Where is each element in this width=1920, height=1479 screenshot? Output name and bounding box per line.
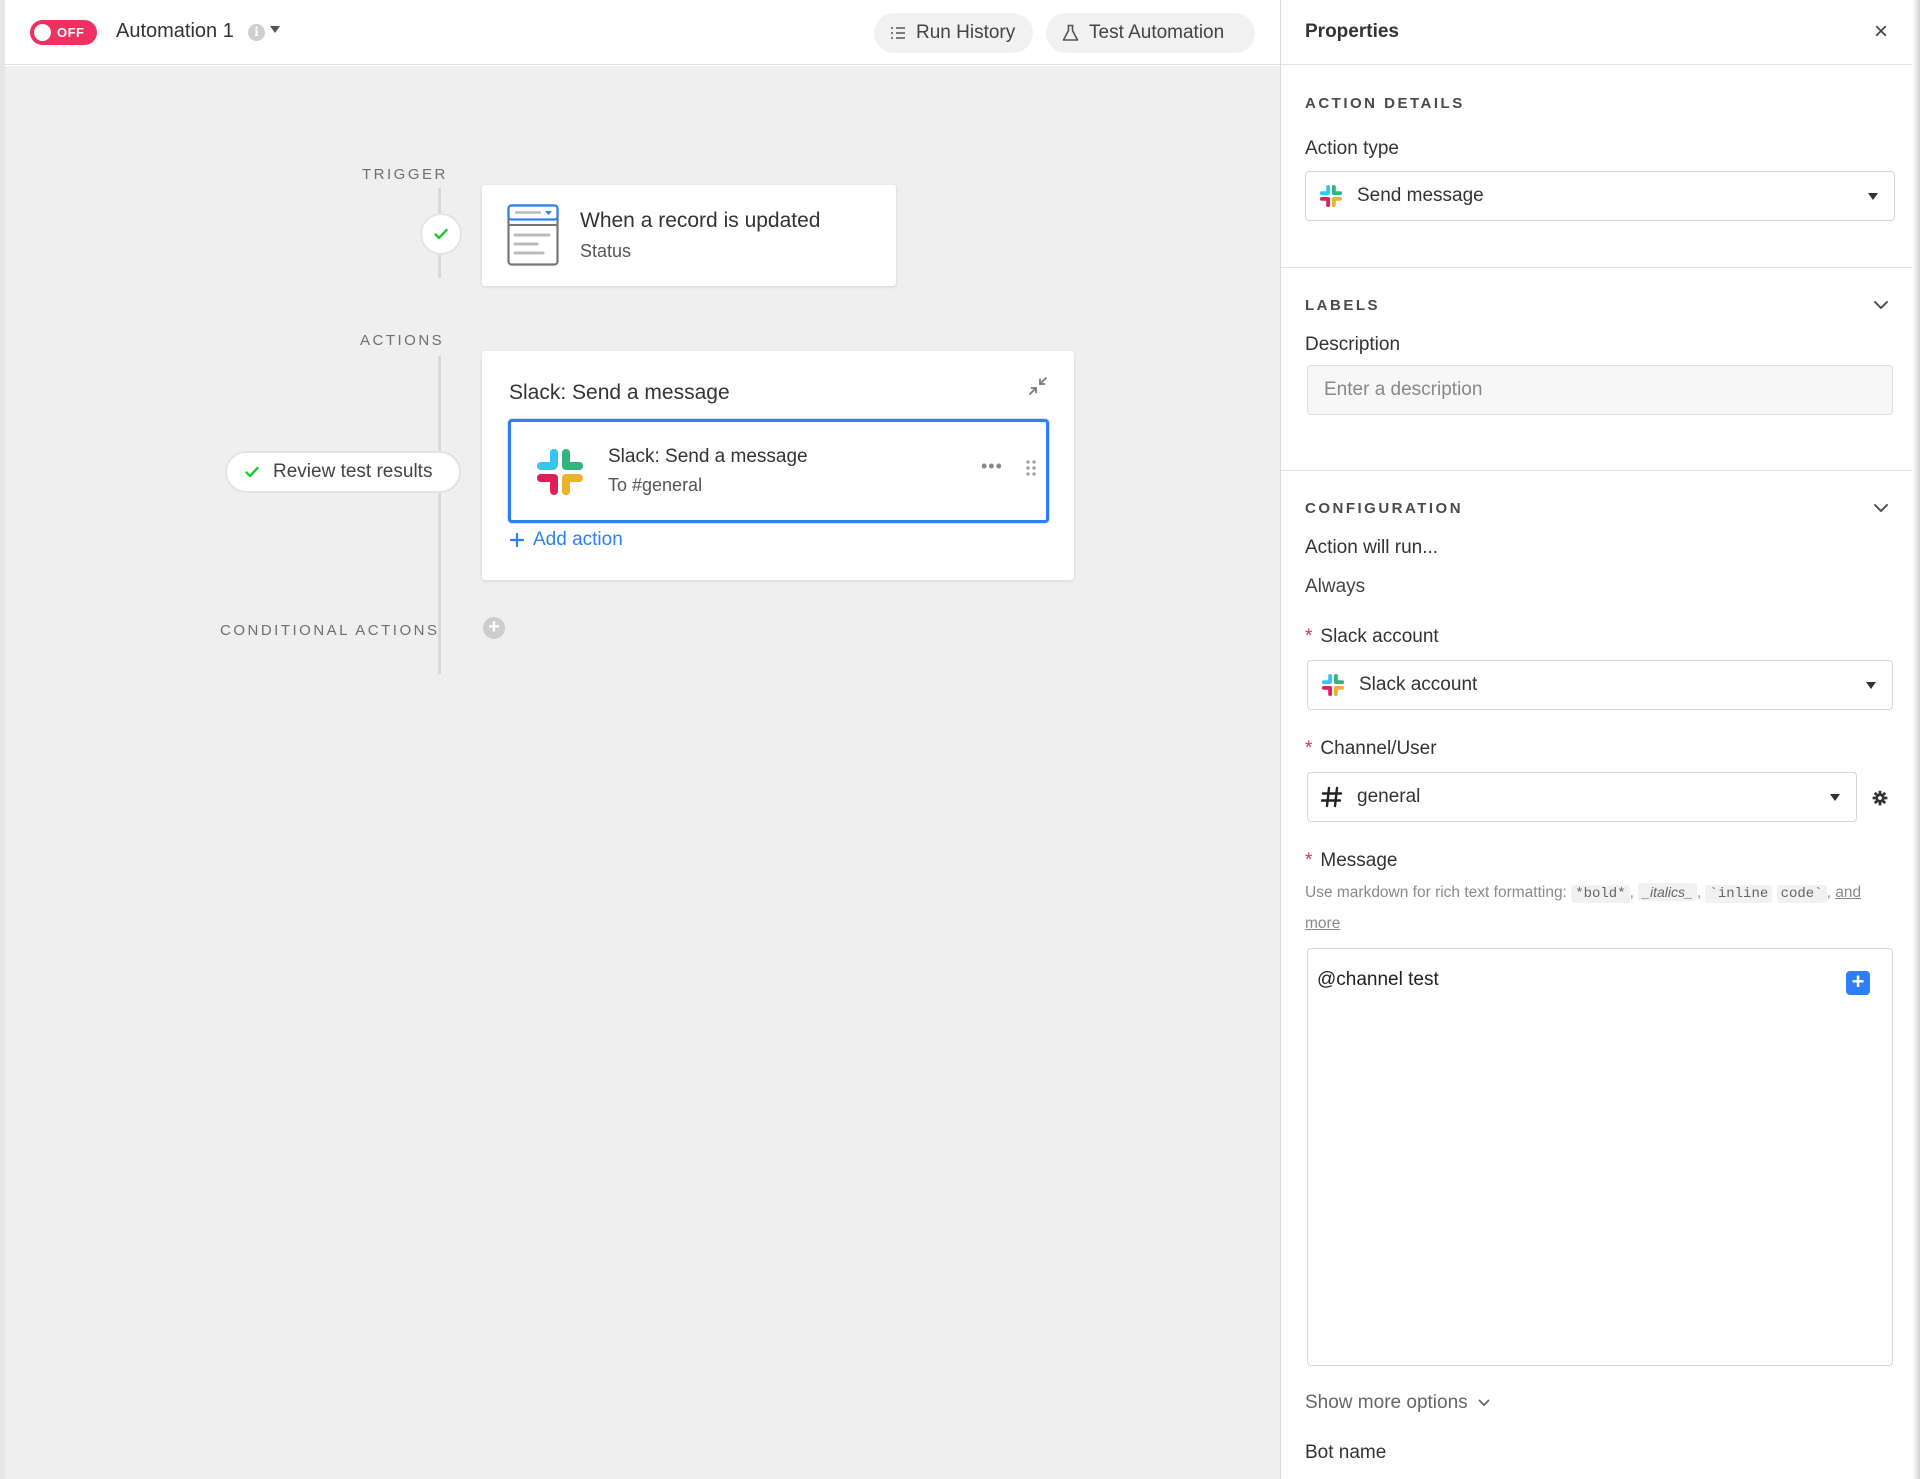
trigger-subtitle: Status	[580, 241, 632, 261]
slack-action-item[interactable]: Slack: Send a message To #general •••	[508, 419, 1049, 523]
hint-inline-code-end: code`	[1776, 885, 1827, 903]
show-more-label: Show more options	[1305, 1392, 1468, 1413]
more-options-icon[interactable]: •••	[981, 456, 1003, 477]
slack-account-label: * Slack account	[1305, 626, 1439, 648]
action-run-label: Action will run...	[1305, 537, 1439, 558]
description-input[interactable]	[1307, 365, 1893, 415]
configuration-title: CONFIGURATION	[1305, 500, 1464, 517]
caret-down-icon	[1830, 794, 1840, 801]
required-mark: *	[1305, 626, 1313, 647]
markdown-hint: Use markdown for rich text formatting: *…	[1305, 878, 1885, 938]
chevron-down-icon[interactable]	[1873, 503, 1889, 513]
bot-name-label: Bot name	[1305, 1442, 1387, 1463]
slack-logo-icon	[537, 449, 583, 495]
add-action-button[interactable]: Add action	[510, 529, 623, 551]
message-editor[interactable]: @channel test +	[1307, 948, 1893, 1366]
chevron-down-icon	[1478, 1399, 1490, 1406]
hash-icon	[1321, 786, 1343, 808]
labels-title: LABELS	[1305, 297, 1380, 314]
message-label-text: Message	[1320, 850, 1398, 871]
description-label: Description	[1305, 334, 1401, 355]
hint-text: Use markdown for rich text formatting:	[1305, 884, 1567, 901]
hint-separator: ,	[1696, 884, 1702, 901]
toggle-label: OFF	[57, 25, 85, 40]
test-automation-button[interactable]: Test Automation	[1046, 13, 1255, 53]
action-type-select[interactable]: Send message	[1305, 171, 1895, 221]
collapse-icon[interactable]	[1028, 376, 1048, 396]
run-history-button[interactable]: Run History	[874, 13, 1033, 53]
slack-account-label-text: Slack account	[1320, 626, 1439, 647]
check-icon	[434, 228, 448, 240]
close-icon[interactable]: ×	[1874, 18, 1888, 46]
trigger-title: When a record is updated	[580, 209, 821, 232]
channel-label: * Channel/User	[1305, 738, 1437, 760]
test-automation-label: Test Automation	[1089, 22, 1225, 43]
actions-section-label: ACTIONS	[360, 332, 445, 349]
message-text[interactable]: @channel test	[1317, 969, 1439, 991]
action-type-label: Action type	[1305, 138, 1399, 159]
caret-down-icon	[1868, 193, 1878, 200]
review-label: Review test results	[273, 461, 433, 482]
check-icon	[245, 466, 259, 478]
action-run-value: Always	[1305, 576, 1366, 597]
chevron-down-icon[interactable]	[1873, 300, 1889, 310]
automation-name[interactable]: Automation 1	[116, 20, 234, 43]
window-edge	[1912, 0, 1920, 1479]
action-type-value: Send message	[1357, 185, 1484, 206]
record-updated-icon	[507, 204, 559, 266]
action-details-title: ACTION DETAILS	[1305, 95, 1465, 112]
slack-logo-icon	[1321, 673, 1345, 697]
add-conditional-icon[interactable]: +	[483, 617, 505, 639]
info-icon[interactable]: i	[248, 24, 265, 41]
message-label: * Message	[1305, 850, 1398, 872]
add-action-label: Add action	[533, 529, 623, 550]
beaker-icon	[1062, 24, 1079, 41]
panel-title: Properties	[1305, 21, 1399, 42]
run-history-label: Run History	[916, 22, 1016, 43]
trigger-section-label: TRIGGER	[362, 166, 448, 183]
action-group-title: Slack: Send a message	[509, 381, 730, 404]
automation-header: OFF Automation 1 i Run History Test Auto…	[0, 0, 1280, 65]
hint-italics: _italics_	[1638, 883, 1697, 901]
section-divider	[1281, 267, 1913, 268]
plus-icon	[510, 533, 524, 547]
required-mark: *	[1305, 850, 1313, 871]
hint-inline-code: `inline	[1705, 885, 1773, 903]
gear-icon[interactable]	[1872, 790, 1888, 806]
review-test-results-button[interactable]: Review test results	[225, 451, 461, 493]
properties-panel: Properties × ACTION DETAILS Action type …	[1280, 0, 1920, 1479]
trigger-card[interactable]: When a record is updated Status	[482, 185, 896, 286]
section-divider	[1281, 470, 1913, 471]
trigger-status	[420, 213, 462, 255]
slack-account-select[interactable]: Slack account	[1307, 660, 1893, 710]
action-item-title: Slack: Send a message	[608, 446, 808, 467]
insert-field-icon[interactable]: +	[1846, 971, 1870, 995]
conditional-actions-label: CONDITIONAL ACTIONS	[220, 622, 440, 639]
caret-down-icon	[1866, 682, 1876, 689]
channel-label-text: Channel/User	[1320, 738, 1437, 759]
panel-header: Properties ×	[1281, 0, 1913, 65]
show-more-options-button[interactable]: Show more options	[1305, 1392, 1490, 1414]
toggle-knob	[34, 24, 51, 41]
automation-canvas: TRIGGER When a record is updated Status …	[0, 66, 1280, 1479]
hint-bold: *bold*	[1571, 885, 1630, 903]
required-mark: *	[1305, 738, 1313, 759]
window-edge	[0, 0, 5, 1479]
caret-down-icon[interactable]	[270, 26, 280, 33]
channel-value: general	[1357, 786, 1421, 807]
slack-account-value: Slack account	[1359, 674, 1478, 695]
hint-separator: ,	[1629, 884, 1634, 901]
action-group-card[interactable]: Slack: Send a message Slack: Send a mess…	[482, 351, 1074, 580]
list-icon	[891, 27, 905, 39]
action-item-subtitle: To #general	[608, 475, 703, 495]
hint-separator: ,	[1826, 884, 1831, 901]
automation-toggle[interactable]: OFF	[30, 20, 97, 45]
channel-select[interactable]: general	[1307, 772, 1857, 822]
slack-logo-icon	[1319, 184, 1343, 208]
drag-handle-icon[interactable]	[1026, 460, 1036, 476]
